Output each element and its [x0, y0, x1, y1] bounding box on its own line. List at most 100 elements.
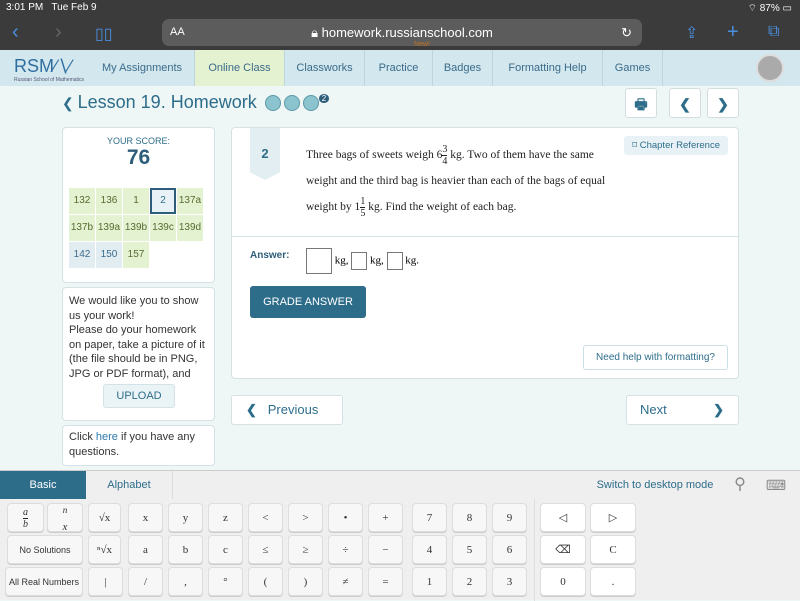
bookmarks-icon[interactable]: ▯▯: [95, 24, 113, 44]
key-10-r3[interactable]: 3: [492, 567, 527, 596]
tabs-icon[interactable]: ⧉: [768, 23, 779, 41]
print-button[interactable]: 🖶: [625, 88, 657, 118]
prev-lesson-button[interactable]: ❮: [669, 88, 701, 118]
key-3-r1[interactable]: <: [248, 503, 283, 532]
power-key[interactable]: nx: [47, 503, 83, 533]
key-4-r2[interactable]: ≥: [288, 535, 323, 564]
key-0-r1[interactable]: x: [128, 503, 163, 532]
formatting-help-button[interactable]: Need help with formatting?: [583, 345, 728, 370]
clear-key[interactable]: C: [590, 535, 636, 564]
answer-input-1[interactable]: [306, 248, 332, 274]
key-7-r1[interactable]: 7: [412, 503, 447, 532]
key-6-r3[interactable]: ≠: [328, 567, 363, 596]
nav-classworks[interactable]: Classworks: [285, 50, 365, 86]
here-link[interactable]: here: [96, 431, 118, 443]
nav-badges[interactable]: Badges: [433, 50, 493, 86]
grade-answer-button[interactable]: GRADE ANSWER: [250, 286, 366, 318]
status-bar: 3:01 PM Tue Feb 9 ⌔ 87% ▭: [0, 0, 800, 16]
key-4-r3[interactable]: (: [248, 567, 283, 596]
problem-150[interactable]: 150: [96, 242, 122, 268]
reload-icon[interactable]: ↻: [621, 19, 632, 46]
chapter-reference-button[interactable]: ⌑ Chapter Reference: [624, 136, 728, 155]
key-6-r2[interactable]: −: [368, 535, 403, 564]
key-2-r1[interactable]: z: [208, 503, 243, 532]
key-2-r3[interactable]: ,: [168, 567, 203, 596]
problem-139c[interactable]: 139c: [150, 215, 176, 241]
nav-online-class[interactable]: Online Class: [195, 50, 285, 86]
key-3-r3[interactable]: °: [208, 567, 243, 596]
nav-my-assignments[interactable]: My Assignments: [90, 50, 195, 86]
share-icon[interactable]: ⇪: [685, 23, 698, 43]
problem-139a[interactable]: 139a: [96, 215, 122, 241]
key-6-r1[interactable]: +: [368, 503, 403, 532]
problem-137a[interactable]: 137a: [177, 188, 203, 214]
answer-label: Answer:: [250, 250, 290, 261]
nav-practice[interactable]: Practice New!: [365, 41, 433, 86]
tab-alphabet[interactable]: Alphabet: [86, 471, 172, 499]
keyboard-hide-icon[interactable]: ⌨: [764, 471, 788, 499]
problem-1[interactable]: 1: [123, 188, 149, 214]
problem-137b[interactable]: 137b: [69, 215, 95, 241]
key-5-r3[interactable]: ): [288, 567, 323, 596]
key-1-r2[interactable]: b: [168, 535, 203, 564]
score-value: 76: [126, 146, 151, 169]
problem-grid: 132 136 1 2 137a 137b 139a 139b 139c 139d 142 150 15…: [69, 188, 203, 268]
answer-input-2[interactable]: [351, 252, 368, 270]
key-0-r3[interactable]: |: [88, 567, 123, 596]
upload-button[interactable]: UPLOAD: [103, 384, 175, 408]
key-7-r2[interactable]: 4: [412, 535, 447, 564]
page-title: ❮ Lesson 19. Homework 2: [62, 92, 330, 113]
fraction-key[interactable]: ab: [7, 503, 44, 532]
search-icon[interactable]: ⚲: [728, 471, 752, 499]
back-icon[interactable]: ‹: [12, 21, 19, 44]
switch-desktop-link[interactable]: Switch to desktop mode: [590, 471, 720, 499]
problem-2[interactable]: 2: [150, 188, 176, 214]
reader-icon[interactable]: AA: [170, 19, 185, 46]
key-1-r3[interactable]: /: [128, 567, 163, 596]
nav-formatting-help[interactable]: Formatting Help: [493, 50, 603, 86]
key-4-r1[interactable]: >: [288, 503, 323, 532]
problem-139d[interactable]: 139d: [177, 215, 203, 241]
avatar[interactable]: [756, 54, 784, 82]
key-0[interactable]: 0: [540, 567, 586, 596]
bookmark-icon: ⌑: [632, 140, 640, 151]
key-1-r1[interactable]: y: [168, 503, 203, 532]
problem-136[interactable]: 136: [96, 188, 122, 214]
key-8-r3[interactable]: 1: [412, 567, 447, 596]
new-tab-icon[interactable]: +: [727, 21, 739, 44]
key-9-r1[interactable]: 9: [492, 503, 527, 532]
sqrt-key[interactable]: √x: [88, 503, 121, 532]
address-bar[interactable]: AA 🔒︎ homework.russianschool.com ↻: [162, 19, 642, 46]
nth-root-key[interactable]: ⁿ√x: [88, 535, 121, 564]
key-9-r3[interactable]: 2: [452, 567, 487, 596]
answer-input-3[interactable]: [386, 252, 403, 270]
nav-games[interactable]: Games: [603, 50, 663, 86]
forward-icon[interactable]: ›: [55, 21, 62, 44]
key-5-r1[interactable]: •: [328, 503, 363, 532]
key-0-r2[interactable]: a: [128, 535, 163, 564]
rsm-logo[interactable]: RSM∕∖∕ Russian School of Mathematics: [14, 56, 84, 83]
key-7-r3[interactable]: =: [368, 567, 403, 596]
next-button[interactable]: Next ❯: [626, 395, 739, 425]
cursor-left-key[interactable]: ◁: [540, 503, 586, 532]
previous-button[interactable]: ❮ Previous: [231, 395, 343, 425]
problem-132[interactable]: 132: [69, 188, 95, 214]
all-real-numbers-key[interactable]: All Real Numbers: [5, 567, 83, 596]
key-3-r2[interactable]: ≤: [248, 535, 283, 564]
key-5-r2[interactable]: ÷: [328, 535, 363, 564]
backspace-key[interactable]: ⌫: [540, 535, 586, 564]
tab-basic[interactable]: Basic: [0, 471, 86, 499]
cursor-right-key[interactable]: ▷: [590, 503, 636, 532]
key-9-r2[interactable]: 6: [492, 535, 527, 564]
next-lesson-button[interactable]: ❯: [707, 88, 739, 118]
key-2-r2[interactable]: c: [208, 535, 243, 564]
problem-139b[interactable]: 139b: [123, 215, 149, 241]
site-nav: RSM∕∖∕ Russian School of Mathematics My A…: [0, 41, 800, 86]
key-8-r1[interactable]: 8: [452, 503, 487, 532]
problem-157[interactable]: 157: [123, 242, 149, 268]
key-8-r2[interactable]: 5: [452, 535, 487, 564]
no-solutions-key[interactable]: No Solutions: [7, 535, 83, 564]
dot-key[interactable]: .: [590, 567, 636, 596]
problem-142[interactable]: 142: [69, 242, 95, 268]
back-chevron-icon[interactable]: ❮: [62, 95, 78, 111]
